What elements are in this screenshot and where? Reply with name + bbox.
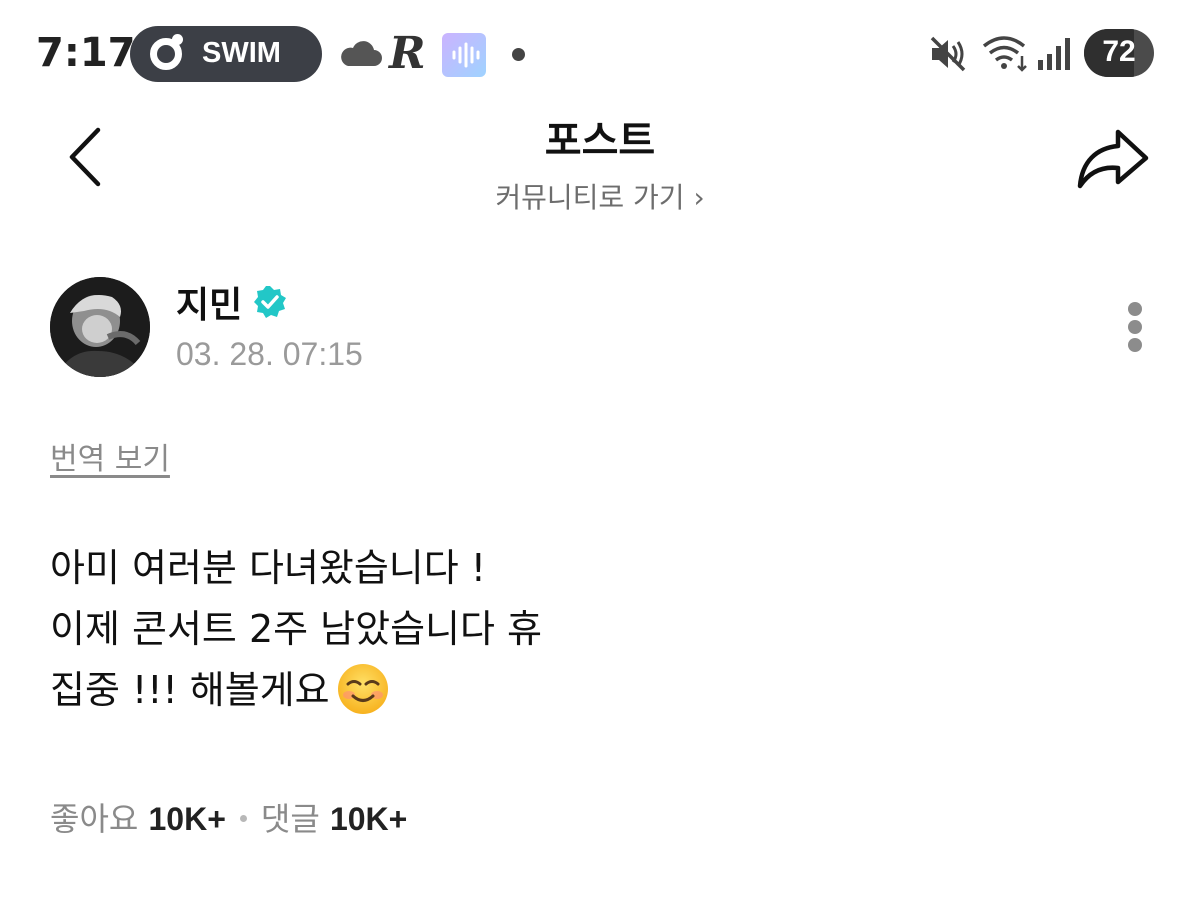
comments-stat[interactable]: 댓글 10K+ [261,800,407,838]
page-title: 포스트 [544,118,656,164]
status-bar: 7:17 SWIM R 72 [0,0,1200,110]
signal-icon [1038,38,1070,70]
swim-pill-label: SWIM [202,37,281,69]
likes-label: 좋아요 [50,800,139,838]
profile-photo [50,277,150,377]
swim-app-pill[interactable]: SWIM [130,26,322,82]
wifi-icon [982,36,1027,72]
comments-count: 10K+ [329,801,408,837]
post-body: 아미 여러분 다녀왔습니다 ! 이제 콘서트 2주 남았습니다 휴 집중 !!!… [50,538,1150,721]
avatar[interactable] [50,277,150,377]
stats-separator [239,814,247,822]
community-link[interactable]: 커뮤니티로 가기 › [495,181,704,214]
post-line-with-emoji: 집중 !!! 해볼게요 [50,660,1150,721]
post-line: 이제 콘서트 2주 남았습니다 휴 [50,607,543,651]
author-name[interactable]: 지민 [176,276,242,328]
post-line: 집중 !!! 해볼게요 [50,668,330,712]
more-options-button[interactable] [1118,298,1152,354]
cloud-icon [341,41,382,66]
mute-icon [930,36,966,72]
dot-icon [512,48,525,61]
more-dot-icon [1128,320,1142,334]
likes-stat[interactable]: 좋아요 10K+ [50,800,226,838]
community-link-row: 커뮤니티로 가기 › [0,176,1200,216]
battery-indicator: 72 [1084,29,1154,77]
status-time: 7:17 [36,30,136,76]
post-date: 03. 28. 07:15 [176,336,363,372]
share-icon [1077,129,1149,189]
swim-logo-dot [172,34,183,45]
more-dot-icon [1128,302,1142,316]
post-line: 아미 여러분 다녀왔습니다 ! [50,546,487,590]
smiling-face-emoji [337,663,388,714]
r-app-icon: R [389,28,426,79]
comments-label: 댓글 [260,800,320,838]
more-dot-icon [1128,338,1142,352]
likes-count: 10K+ [148,801,226,837]
verified-badge-icon [254,286,286,318]
audio-wave-icon [442,33,486,77]
translate-link[interactable]: 번역 보기 [50,434,170,478]
share-button[interactable] [1072,122,1156,196]
post-stats: 좋아요 10K+ 댓글 10K+ [50,794,407,840]
battery-level: 72 [1102,35,1136,68]
